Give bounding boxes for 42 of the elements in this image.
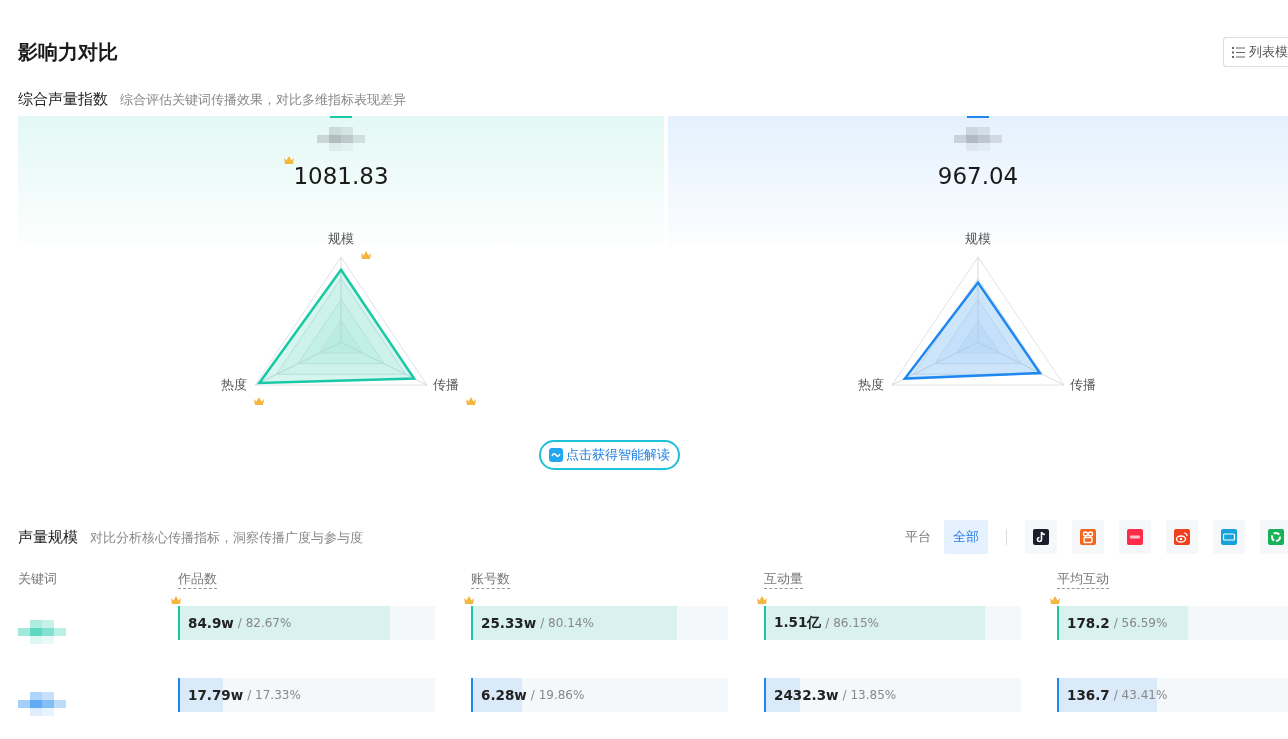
metric-value: 84.9w / 82.67% <box>178 606 435 640</box>
tv-icon <box>1221 529 1237 545</box>
axis-label: 传播 <box>433 377 459 392</box>
column-header: 关键词 <box>18 571 57 586</box>
camera-icon <box>1080 529 1096 545</box>
column-header: 作品数 <box>178 571 217 589</box>
list-mode-button[interactable]: 列表模 <box>1223 37 1288 67</box>
page-title: 影响力对比 <box>18 38 118 66</box>
smart-analysis-button[interactable]: 点击获得智能解读 <box>538 440 680 470</box>
platform-tab[interactable]: 全部 <box>944 520 988 554</box>
pixelated-name <box>954 127 1002 151</box>
column-header: 平均互动 <box>1057 571 1109 589</box>
list-icon <box>1232 46 1245 58</box>
axis-label: 热度 <box>221 377 247 392</box>
axis-label: 规模 <box>965 231 991 246</box>
ring-icon <box>1268 529 1284 545</box>
metric-value: 25.33w / 80.14% <box>471 606 728 640</box>
axis-label: 规模 <box>328 231 354 246</box>
metric-value: 17.79w / 17.33% <box>178 678 435 712</box>
score-value: 1081.83 <box>293 163 389 189</box>
metric-value: 2432.3w / 13.85% <box>764 678 1021 712</box>
platform-button[interactable] <box>1025 520 1057 554</box>
column-header: 账号数 <box>471 571 510 589</box>
metric-value: 136.7 / 43.41% <box>1057 678 1288 712</box>
pixelated-name <box>18 692 66 716</box>
eye-logo-icon <box>1174 529 1190 545</box>
music-note-icon <box>1033 529 1049 545</box>
section-subtitle: 综合评估关键词传播效果，对比多维指标表现差异 <box>120 92 406 109</box>
score-value: 967.04 <box>937 163 1019 189</box>
section-subtitle: 对比分析核心传播指标，洞察传播广度与参与度 <box>90 529 363 547</box>
axis-label: 热度 <box>858 377 884 392</box>
platform-label: 平台 <box>905 528 931 546</box>
section-title: 综合声量指数 <box>18 90 108 109</box>
chart-wave-icon <box>548 448 563 462</box>
axis-label: 传播 <box>1070 377 1096 392</box>
metric-value: 6.28w / 19.86% <box>471 678 728 712</box>
metric-value: 178.2 / 56.59% <box>1057 606 1288 640</box>
section-title: 声量规模 <box>18 527 78 547</box>
pixelated-name <box>18 620 66 644</box>
column-header: 互动量 <box>764 571 803 589</box>
metric-value: 1.51亿 / 86.15% <box>764 606 1021 640</box>
pixelated-name <box>317 127 365 151</box>
